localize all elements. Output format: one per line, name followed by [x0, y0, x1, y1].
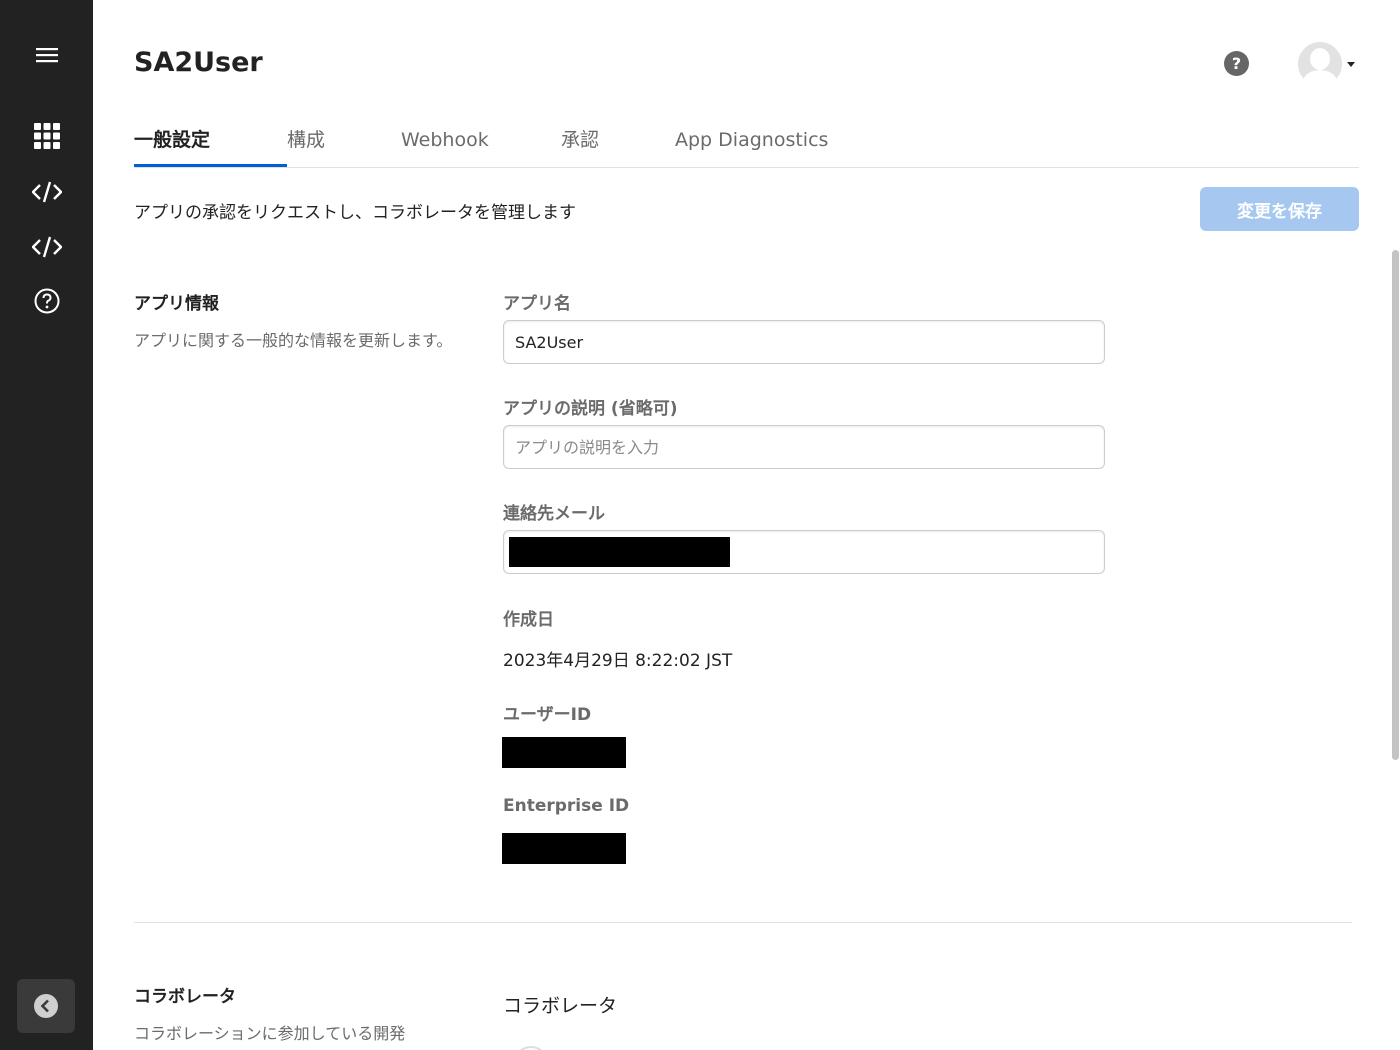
created-date-value: 2023年4月29日 8:22:02 JST: [503, 651, 733, 671]
tab-bar: 一般設定 構成 Webhook 承認 App Diagnostics: [134, 120, 1359, 168]
hamburger-icon: [35, 48, 58, 63]
tab-authorization[interactable]: 承認: [561, 120, 599, 168]
page-title: SA2User: [134, 47, 263, 78]
menu-button[interactable]: [0, 33, 93, 77]
chevron-left-icon: [34, 994, 58, 1018]
sidebar-item-help[interactable]: [0, 279, 93, 323]
app-description-input[interactable]: [503, 425, 1105, 469]
created-date-label: 作成日: [503, 610, 554, 630]
tab-app-diagnostics[interactable]: App Diagnostics: [675, 120, 828, 168]
redacted-enterprise-id: [502, 833, 626, 864]
app-description-label: アプリの説明 (省略可): [503, 399, 678, 419]
app-name-label: アプリ名: [503, 294, 571, 314]
enterprise-id-label: Enterprise ID: [503, 796, 630, 816]
code-icon: [31, 181, 62, 203]
code-icon: [31, 236, 62, 258]
section-divider: [134, 922, 1352, 923]
collaborators-subheading: コラボレータ: [503, 995, 618, 1017]
collaborators-description: コラボレーションに参加している開発: [134, 1024, 406, 1043]
sidebar: [0, 0, 93, 1050]
scrollbar-thumb[interactable]: [1392, 250, 1399, 760]
sidebar-item-dev-console[interactable]: [0, 170, 93, 214]
tab-webhook[interactable]: Webhook: [401, 120, 489, 168]
help-icon[interactable]: ?: [1224, 51, 1249, 76]
tab-general-settings[interactable]: 一般設定: [134, 120, 210, 168]
redacted-email: [509, 537, 730, 567]
app-info-description: アプリに関する一般的な情報を更新します。: [134, 331, 453, 350]
sidebar-item-apps[interactable]: [0, 114, 93, 158]
contact-email-label: 連絡先メール: [503, 504, 605, 524]
app-name-input[interactable]: [503, 320, 1105, 364]
page-subtitle: アプリの承認をリクエストし、コラボレータを管理します: [134, 203, 576, 223]
sidebar-item-developer[interactable]: [0, 225, 93, 269]
active-tab-indicator: [134, 164, 287, 167]
apps-grid-icon: [33, 123, 60, 149]
tab-configuration[interactable]: 構成: [287, 120, 325, 168]
collaborator-avatar: [513, 1046, 549, 1050]
user-avatar-icon: [1298, 42, 1342, 86]
redacted-user-id: [502, 737, 626, 768]
user-id-label: ユーザーID: [503, 705, 592, 725]
main-content: SA2User ? 一般設定 構成 Webhook 承認 App Diagnos…: [93, 0, 1400, 1050]
chevron-down-icon: [1347, 61, 1355, 67]
help-icon: [34, 288, 59, 314]
collapse-sidebar-button[interactable]: [17, 979, 75, 1033]
app-info-heading: アプリ情報: [134, 294, 219, 314]
account-menu[interactable]: [1298, 42, 1355, 86]
save-changes-button[interactable]: 変更を保存: [1200, 187, 1359, 231]
collaborators-heading: コラボレータ: [134, 987, 236, 1007]
